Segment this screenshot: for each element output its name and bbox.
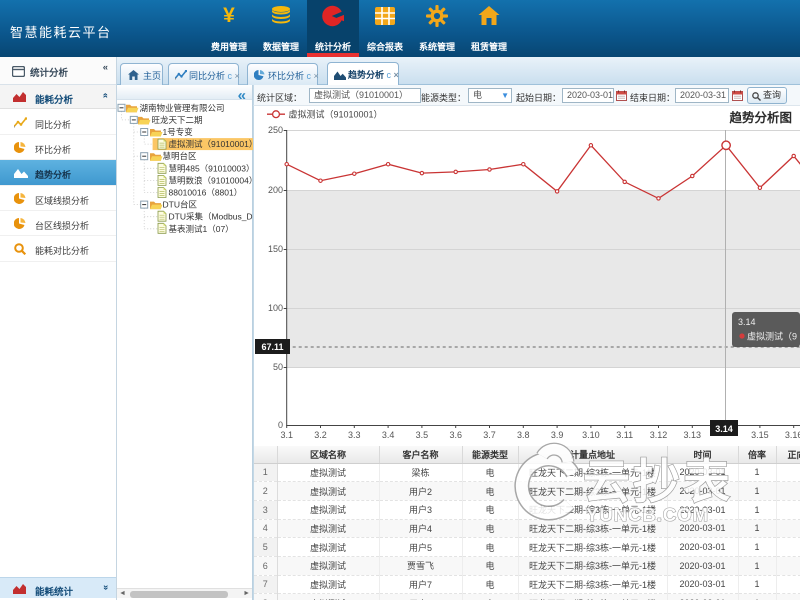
svg-text:0: 0 <box>278 420 283 430</box>
svg-text:基表测试1（07）: 基表测试1（07） <box>169 224 234 234</box>
svg-text:3.14: 3.14 <box>738 317 756 327</box>
svg-text:3.1: 3.1 <box>280 430 293 440</box>
svg-text:DTU台区: DTU台区 <box>163 200 198 210</box>
svg-text:50: 50 <box>273 362 283 372</box>
svg-text:1号专变: 1号专变 <box>163 127 194 137</box>
svg-text:虚拟测试（91010001）: 虚拟测试（91010001） <box>289 109 383 120</box>
svg-text:3.6: 3.6 <box>449 430 462 440</box>
svg-text:88010016（8801）: 88010016（8801） <box>169 188 243 198</box>
svg-text:YUNCB.COM: YUNCB.COM <box>586 504 709 525</box>
svg-text:3.2: 3.2 <box>314 430 327 440</box>
svg-text:250: 250 <box>268 125 283 135</box>
svg-text:趋势分析图: 趋势分析图 <box>729 110 792 125</box>
svg-text:3.3: 3.3 <box>348 430 361 440</box>
svg-text:200: 200 <box>268 185 283 195</box>
svg-text:慧明台区: 慧明台区 <box>163 151 198 161</box>
svg-text:3.7: 3.7 <box>483 430 496 440</box>
svg-text:湖南物业管理有限公司: 湖南物业管理有限公司 <box>140 103 225 113</box>
svg-text:旺龙天下二期: 旺龙天下二期 <box>152 115 203 125</box>
svg-text:100: 100 <box>268 303 283 313</box>
svg-text:67.11: 67.11 <box>261 342 283 352</box>
svg-text:3.5: 3.5 <box>416 430 429 440</box>
svg-text:云抄表: 云抄表 <box>583 455 733 508</box>
svg-text:3.14: 3.14 <box>715 424 733 434</box>
svg-text:慧明数浪（91010004）: 慧明数浪（91010004） <box>169 175 254 185</box>
svg-text:150: 150 <box>268 244 283 254</box>
svg-text:DTU采集（Modbus_D: DTU采集（Modbus_D <box>169 212 253 222</box>
svg-text:3.4: 3.4 <box>382 430 395 440</box>
svg-text:虚拟测试（91010001）: 虚拟测试（91010001） <box>169 139 254 149</box>
svg-text:慧明485（91010003）: 慧明485（91010003） <box>169 163 254 173</box>
svg-text:虚拟测试（9: 虚拟测试（9 <box>747 331 797 342</box>
